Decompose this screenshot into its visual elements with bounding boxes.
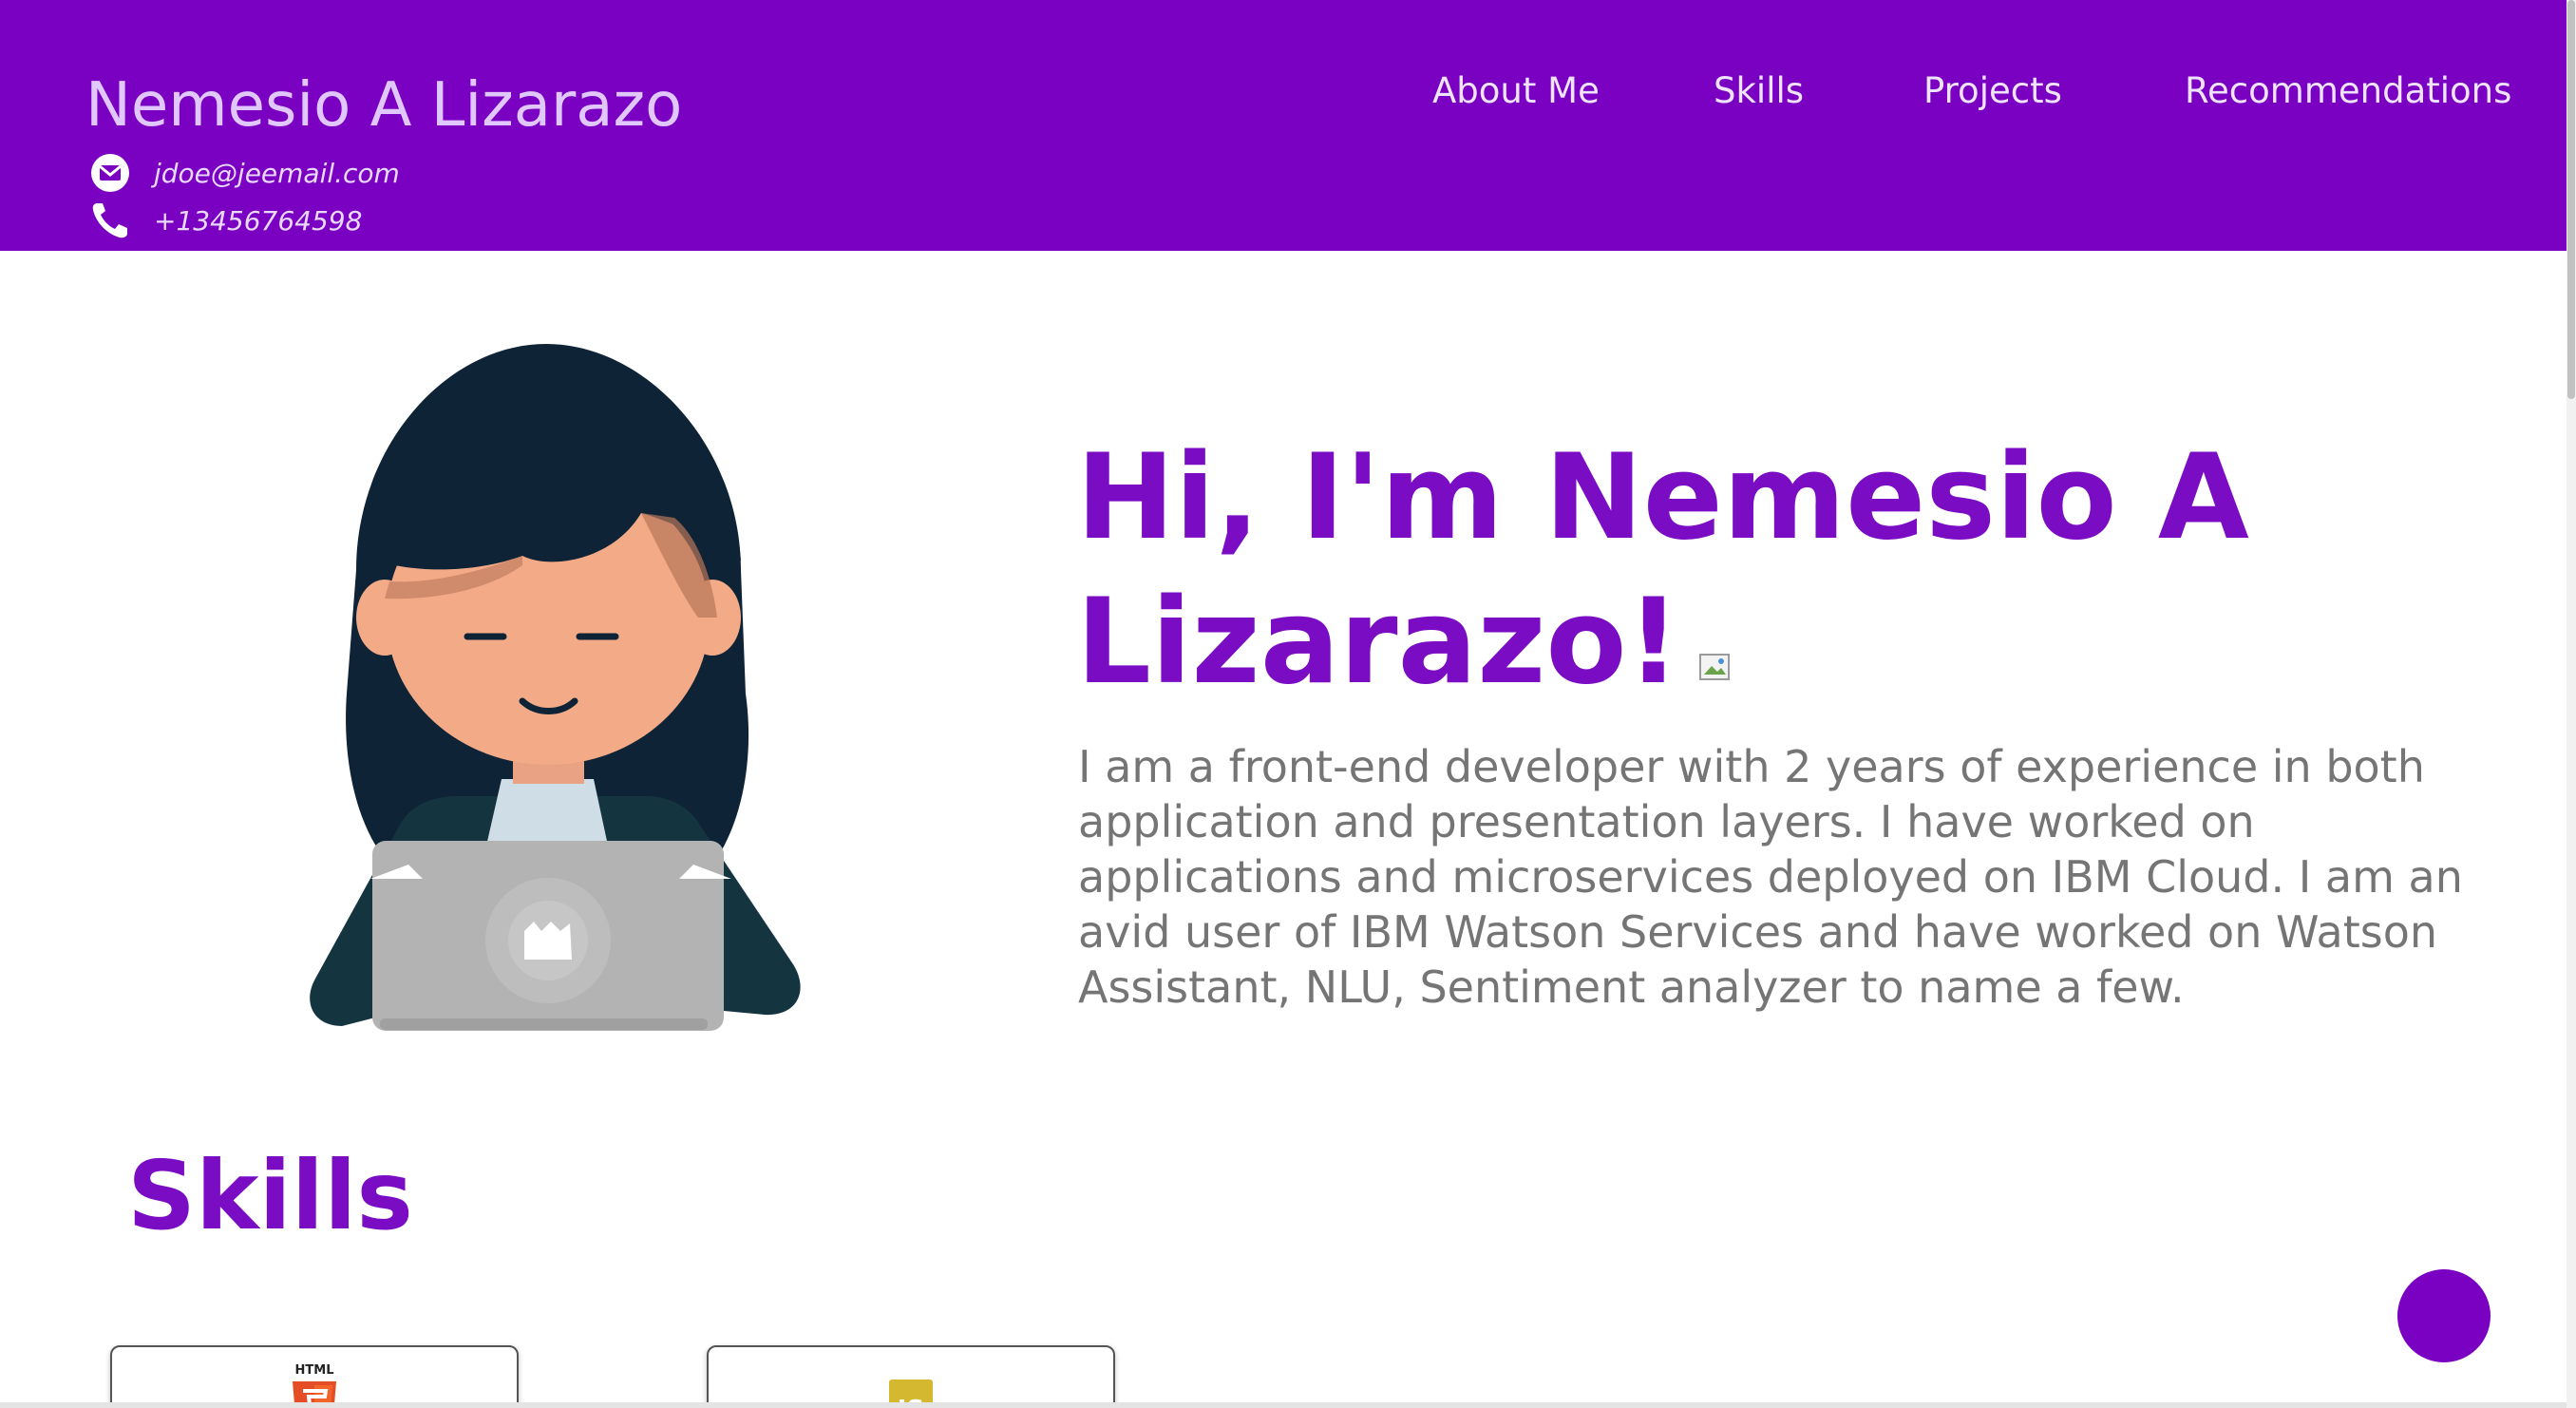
email-text[interactable]: jdoe@jeemail.com [154,158,400,189]
nav-about-me[interactable]: About Me [1432,70,1600,120]
page-bottom-edge [0,1402,2567,1408]
hero-bio: I am a front-end developer with 2 years … [1078,741,2463,1013]
hero-heading: Hi, I'm Nemesio A Lizarazo! [1076,426,2501,714]
broken-image-icon [1699,654,1731,680]
phone-text[interactable]: +13456764598 [154,205,362,237]
site-name[interactable]: Nemesio A Lizarazo [85,70,682,141]
email-icon [91,154,129,192]
contact-phone: +13456764598 [89,200,362,241]
portfolio-page: Nemesio A Lizarazo jdoe@jeemail.com +134… [0,0,2576,1408]
javascript-logo-icon: JS [889,1379,933,1408]
nav-skills[interactable]: Skills [1714,70,1804,120]
scroll-top-button[interactable] [2397,1269,2491,1362]
scrollbar-thumb[interactable] [2567,0,2575,399]
site-header: Nemesio A Lizarazo jdoe@jeemail.com +134… [0,0,2567,251]
skill-card-javascript[interactable]: JS [707,1345,1115,1408]
html5-logo-icon: HTML [293,1363,336,1408]
html-logo-text: HTML [295,1363,334,1378]
phone-icon [92,203,127,238]
nav-projects[interactable]: Projects [1923,70,2062,120]
contact-email: jdoe@jeemail.com [89,152,400,194]
developer-avatar-illustration [310,344,801,1031]
hero-heading-text: Hi, I'm Nemesio A Lizarazo! [1076,429,2249,711]
skills-heading: Skills [127,1140,413,1251]
nav-recommendations[interactable]: Recommendations [2185,70,2511,120]
skill-card-html[interactable]: HTML [110,1345,519,1408]
